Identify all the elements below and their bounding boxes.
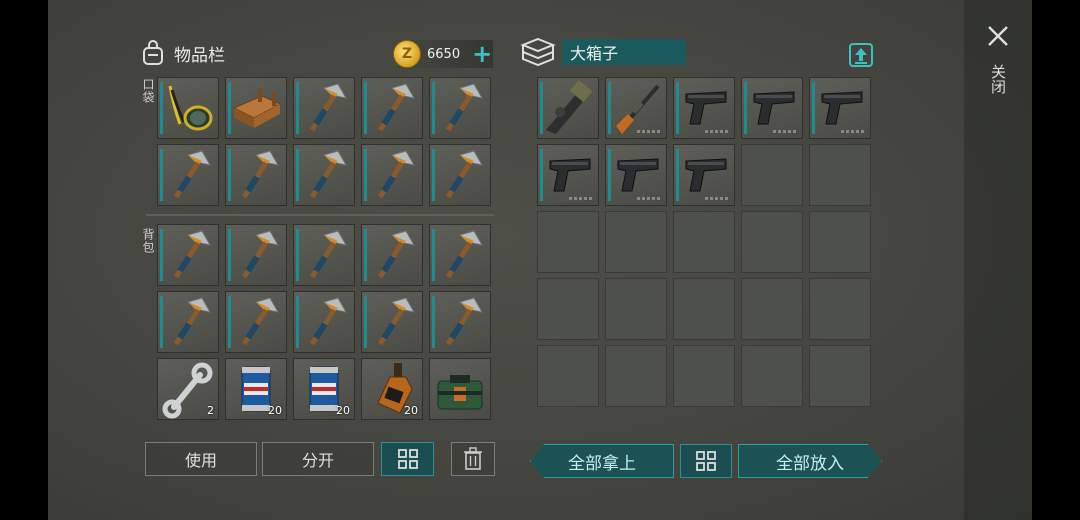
chest-slot[interactable] [741, 144, 803, 206]
item-quantity: 20 [404, 404, 418, 417]
take-all-button[interactable]: 全部拿上 [530, 444, 674, 478]
pocket-slot[interactable] [293, 144, 355, 206]
item-quantity: 20 [268, 404, 282, 417]
item-quantity: 20 [336, 404, 350, 417]
chest-slot[interactable] [809, 211, 871, 273]
chest-slot[interactable] [605, 144, 667, 206]
backpack-icon [143, 40, 163, 65]
pocket-slot[interactable] [157, 144, 219, 206]
chest-slot[interactable] [741, 345, 803, 407]
store-all-button[interactable] [848, 42, 874, 72]
backpack-slot[interactable]: 20 [225, 358, 287, 420]
split-button[interactable]: 分开 [262, 442, 374, 476]
ammo-dots [705, 197, 728, 200]
chest-slot[interactable] [809, 278, 871, 340]
grid-icon [696, 451, 716, 471]
backpack-slot[interactable] [361, 224, 423, 286]
backpack-slot[interactable] [293, 291, 355, 353]
chest-icon [520, 37, 556, 67]
backpack-slot[interactable]: 20 [361, 358, 423, 420]
coin-icon: Z [393, 40, 421, 68]
chest-slot[interactable] [741, 211, 803, 273]
chest-slot[interactable] [537, 278, 599, 340]
chest-slot[interactable] [605, 211, 667, 273]
section-divider [146, 214, 494, 216]
chest-slot[interactable] [537, 211, 599, 273]
pocket-slot[interactable] [225, 77, 287, 139]
pocket-label: 口袋 [141, 78, 155, 104]
chest-slot[interactable] [605, 345, 667, 407]
backpack-slot[interactable]: 2 [157, 358, 219, 420]
ammo-dots [773, 130, 796, 133]
backpack-slot[interactable] [293, 224, 355, 286]
ammo-dots [569, 197, 592, 200]
close-icon [988, 26, 1008, 46]
coin-amount: 6650 [427, 46, 461, 62]
grid-icon [397, 449, 418, 469]
chest-slot[interactable] [741, 278, 803, 340]
pocket-slot[interactable] [429, 77, 491, 139]
chest-slot[interactable] [673, 278, 735, 340]
ammo-dots [637, 197, 660, 200]
close-label[interactable]: 关闭 [988, 64, 1009, 94]
chest-slot[interactable] [673, 144, 735, 206]
chest-slot[interactable] [673, 345, 735, 407]
delete-button[interactable] [451, 442, 495, 476]
pocket-slot[interactable] [429, 144, 491, 206]
pocket-slot[interactable] [225, 144, 287, 206]
sort-chest-button[interactable] [680, 444, 732, 478]
chest-slot[interactable] [537, 144, 599, 206]
backpack-slot[interactable] [429, 291, 491, 353]
chest-slot[interactable] [605, 77, 667, 139]
pocket-slot[interactable] [361, 144, 423, 206]
backpack-label: 背包 [141, 228, 155, 254]
backpack-slot[interactable] [225, 291, 287, 353]
chest-slot[interactable] [809, 144, 871, 206]
chest-title: 大箱子 [562, 39, 686, 65]
ammo-dots [637, 130, 660, 133]
ammo-dots [705, 130, 728, 133]
chest-slot[interactable] [809, 345, 871, 407]
upload-icon [849, 43, 873, 67]
trash-icon [464, 447, 482, 470]
chest-slot[interactable] [741, 77, 803, 139]
inventory-header: 物品栏 [140, 38, 225, 68]
pocket-slot[interactable] [293, 77, 355, 139]
backpack-slot[interactable] [429, 358, 491, 420]
backpack-slot[interactable] [361, 291, 423, 353]
put-all-button[interactable]: 全部放入 [738, 444, 882, 478]
add-coins-button[interactable]: + [472, 42, 492, 66]
backpack-slot[interactable] [157, 291, 219, 353]
ammo-dots [841, 130, 864, 133]
backpack-slot[interactable] [225, 224, 287, 286]
chest-slot[interactable] [537, 345, 599, 407]
chest-slot[interactable] [673, 77, 735, 139]
use-button[interactable]: 使用 [145, 442, 257, 476]
close-button[interactable] [986, 24, 1010, 52]
game-inventory-screen: 物品栏 Z 6650 + 口袋 背包 使用 分开 大箱子 全部拿上 全部放入 关… [48, 0, 1032, 520]
chest-slot[interactable] [537, 77, 599, 139]
inventory-title: 物品栏 [174, 45, 225, 66]
backpack-slot[interactable] [157, 224, 219, 286]
chest-slot[interactable] [605, 278, 667, 340]
backpack-slot[interactable]: 20 [293, 358, 355, 420]
item-quantity: 2 [207, 404, 214, 417]
pocket-slot[interactable] [157, 77, 219, 139]
chest-slot[interactable] [809, 77, 871, 139]
backpack-slot[interactable] [429, 224, 491, 286]
sort-inventory-button[interactable] [381, 442, 434, 476]
chest-header: 大箱子 [520, 36, 686, 68]
chest-slot[interactable] [673, 211, 735, 273]
pocket-slot[interactable] [361, 77, 423, 139]
coin-balance: Z 6650 + [393, 40, 493, 68]
